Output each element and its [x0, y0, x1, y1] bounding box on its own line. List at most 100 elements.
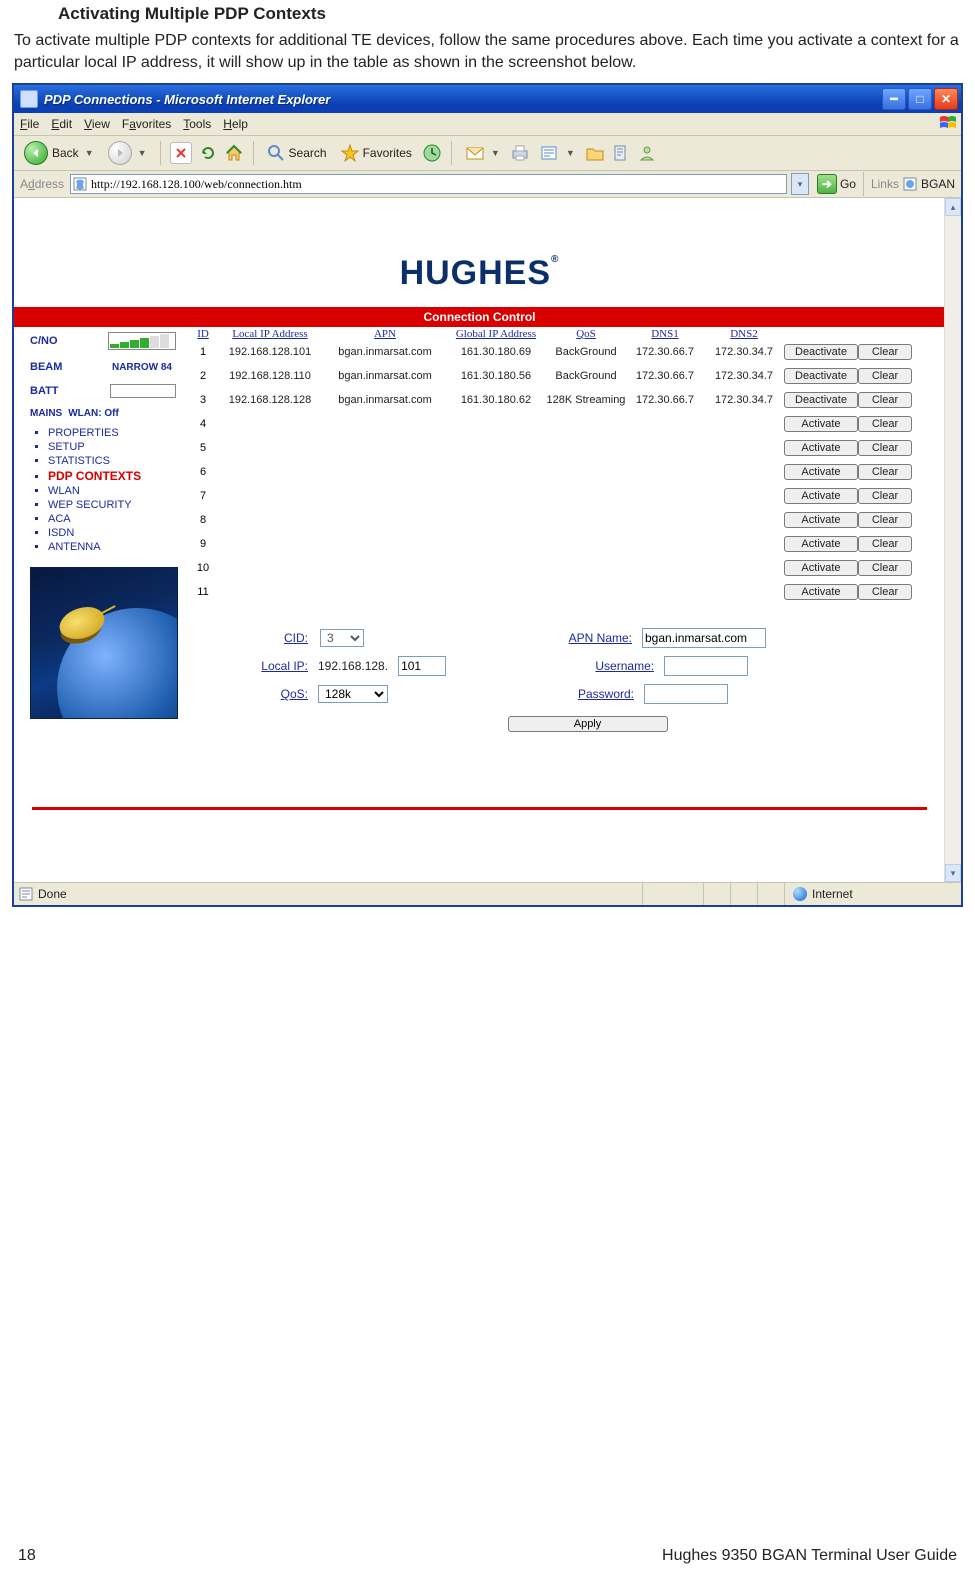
print-button[interactable]	[510, 143, 530, 163]
cell-local_ip: 192.168.128.101	[216, 346, 324, 358]
mail-button[interactable]: ▼	[461, 142, 504, 164]
history-button[interactable]	[422, 143, 442, 163]
col-local-ip: Local IP Address	[216, 328, 324, 340]
links-label: Links	[871, 177, 899, 191]
activate-button[interactable]: Activate	[784, 488, 858, 504]
clear-button[interactable]: Clear	[858, 464, 912, 480]
cell-id: 4	[190, 418, 216, 430]
forward-button[interactable]: ▼	[104, 139, 151, 167]
nav-item[interactable]: STATISTICS	[48, 455, 176, 467]
page-number: 18	[18, 1547, 36, 1565]
nav-link-aca[interactable]: ACA	[48, 513, 71, 525]
clear-button[interactable]: Clear	[858, 560, 912, 576]
security-zone[interactable]: Internet	[784, 883, 961, 905]
nav-link-statistics[interactable]: STATISTICS	[48, 455, 110, 467]
cid-select[interactable]: 3	[320, 629, 364, 647]
activate-button[interactable]: Activate	[784, 440, 858, 456]
url-dropdown-button[interactable]: ▾	[791, 173, 809, 195]
deactivate-button[interactable]: Deactivate	[784, 368, 858, 384]
stop-button[interactable]	[170, 142, 192, 164]
scroll-down-icon[interactable]: ▾	[945, 864, 961, 882]
menu-file[interactable]: File	[20, 117, 39, 131]
clear-button[interactable]: Clear	[858, 344, 912, 360]
activate-button[interactable]: Activate	[784, 584, 858, 600]
edit-dropdown-icon[interactable]: ▼	[566, 148, 575, 158]
nav-link-isdn[interactable]: ISDN	[48, 527, 74, 539]
menu-edit[interactable]: Edit	[51, 117, 72, 131]
minimize-button[interactable]: ━	[882, 88, 906, 110]
close-button[interactable]: ✕	[934, 88, 958, 110]
nav-item[interactable]: SETUP	[48, 441, 176, 453]
menu-help[interactable]: Help	[223, 117, 248, 131]
maximize-button[interactable]: □	[908, 88, 932, 110]
back-dropdown-icon[interactable]: ▼	[85, 148, 94, 158]
nav-item[interactable]: WLAN	[48, 485, 176, 497]
cell-global_ip: 161.30.180.56	[446, 370, 546, 382]
activate-button[interactable]: Activate	[784, 512, 858, 528]
nav-item[interactable]: ISDN	[48, 527, 176, 539]
nav-link-setup[interactable]: SETUP	[48, 441, 85, 453]
activate-button[interactable]: Activate	[784, 464, 858, 480]
forward-dropdown-icon[interactable]: ▼	[138, 148, 147, 158]
nav-item[interactable]: PROPERTIES	[48, 427, 176, 439]
bgan-link[interactable]: BGAN	[921, 177, 955, 191]
table-row: 7ActivateClear	[190, 484, 921, 508]
nav-item[interactable]: ANTENNA	[48, 541, 176, 553]
nav-link-pdp-contexts[interactable]: PDP CONTEXTS	[48, 469, 141, 483]
menu-tools[interactable]: Tools	[183, 117, 211, 131]
deactivate-button[interactable]: Deactivate	[784, 392, 858, 408]
home-button[interactable]	[224, 143, 244, 163]
hughes-logo: HUGHES®	[14, 254, 945, 293]
nav-item[interactable]: ACA	[48, 513, 176, 525]
table-row: 3192.168.128.128bgan.inmarsat.com161.30.…	[190, 388, 921, 412]
browser-window: PDP Connections - Microsoft Internet Exp…	[12, 83, 963, 907]
cell-global_ip: 161.30.180.62	[446, 394, 546, 406]
scroll-up-icon[interactable]: ▴	[945, 198, 961, 216]
nav-link-antenna[interactable]: ANTENNA	[48, 541, 101, 553]
url-input[interactable]	[70, 174, 787, 194]
clear-button[interactable]: Clear	[858, 440, 912, 456]
vertical-scrollbar[interactable]: ▴ ▾	[944, 198, 961, 882]
favorites-button[interactable]: Favorites	[337, 142, 416, 164]
nav-link-wlan[interactable]: WLAN	[48, 485, 80, 497]
divider-line	[32, 807, 927, 810]
mail-dropdown-icon[interactable]: ▼	[491, 148, 500, 158]
deactivate-button[interactable]: Deactivate	[784, 344, 858, 360]
research-button[interactable]	[611, 143, 631, 163]
search-button[interactable]: Search	[263, 142, 331, 164]
apn-name-input[interactable]	[642, 628, 766, 648]
cell-dns2: 172.30.34.7	[704, 394, 784, 406]
activate-button[interactable]: Activate	[784, 416, 858, 432]
toolbar-separator	[160, 141, 161, 165]
nav-link-wep-security[interactable]: WEP SECURITY	[48, 499, 132, 511]
folder-button[interactable]	[585, 143, 605, 163]
activate-button[interactable]: Activate	[784, 536, 858, 552]
messenger-button[interactable]	[637, 143, 657, 163]
table-row: 6ActivateClear	[190, 460, 921, 484]
apply-button[interactable]: Apply	[508, 716, 668, 732]
menu-favorites[interactable]: Favorites	[122, 117, 171, 131]
clear-button[interactable]: Clear	[858, 536, 912, 552]
username-input[interactable]	[664, 656, 748, 676]
window-titlebar[interactable]: PDP Connections - Microsoft Internet Exp…	[14, 85, 961, 113]
password-input[interactable]	[644, 684, 728, 704]
nav-item[interactable]: PDP CONTEXTS	[48, 469, 176, 483]
clear-button[interactable]: Clear	[858, 416, 912, 432]
clear-button[interactable]: Clear	[858, 368, 912, 384]
nav-item[interactable]: WEP SECURITY	[48, 499, 176, 511]
clear-button[interactable]: Clear	[858, 512, 912, 528]
refresh-button[interactable]	[198, 143, 218, 163]
menu-view[interactable]: View	[84, 117, 110, 131]
nav-link-properties[interactable]: PROPERTIES	[48, 427, 119, 439]
status-segment	[757, 883, 784, 905]
clear-button[interactable]: Clear	[858, 392, 912, 408]
local-ip-label: Local IP:	[254, 659, 308, 673]
clear-button[interactable]: Clear	[858, 584, 912, 600]
edit-button[interactable]: ▼	[536, 143, 579, 163]
qos-select[interactable]: 128k	[318, 685, 388, 703]
go-button[interactable]: ➔	[817, 174, 837, 194]
clear-button[interactable]: Clear	[858, 488, 912, 504]
local-ip-input[interactable]	[398, 656, 446, 676]
activate-button[interactable]: Activate	[784, 560, 858, 576]
back-button[interactable]: Back ▼	[20, 139, 98, 167]
